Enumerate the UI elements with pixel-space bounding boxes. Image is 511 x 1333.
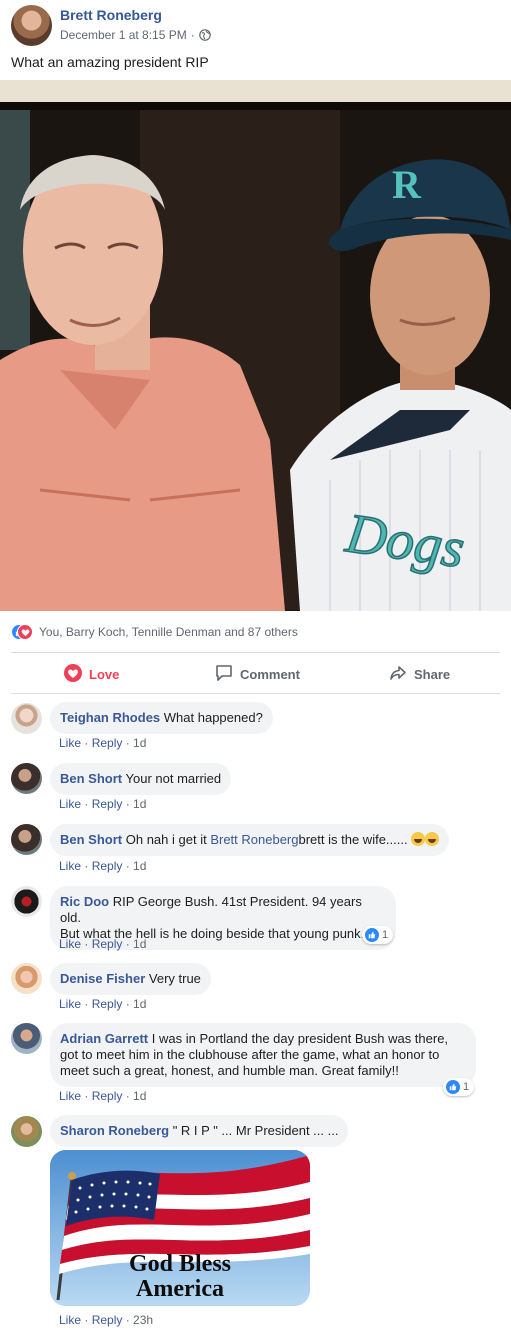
comment-actions: Like · Reply · 1d bbox=[59, 736, 147, 750]
comment-reply-link[interactable]: Reply bbox=[92, 1089, 123, 1103]
share-button[interactable]: Share bbox=[389, 664, 450, 685]
comment-like-link[interactable]: Like bbox=[59, 736, 81, 750]
commenter-name[interactable]: Ric Doo bbox=[60, 894, 109, 909]
comment-bubble: Ben Short Oh nah i get it Brett Roneberg… bbox=[50, 824, 450, 856]
comment-text-line: got to meet him in the clubhouse after t… bbox=[60, 1047, 440, 1062]
comment-label: Comment bbox=[240, 667, 300, 682]
comment-time[interactable]: 1d bbox=[133, 997, 146, 1011]
author-avatar[interactable] bbox=[11, 5, 52, 46]
commenter-avatar[interactable] bbox=[11, 824, 42, 855]
comment-text: What happened? bbox=[163, 710, 263, 725]
love-icon bbox=[17, 624, 33, 640]
comment-text-line: I was in Portland the day president Bush… bbox=[151, 1031, 449, 1046]
comment-like-link[interactable]: Like bbox=[59, 797, 81, 811]
share-icon bbox=[389, 664, 407, 685]
reaction-summary[interactable]: You, Barry Koch, Tennille Denman and 87 … bbox=[11, 620, 298, 644]
svg-text:R: R bbox=[392, 162, 422, 207]
commenter-avatar[interactable] bbox=[11, 1116, 42, 1147]
post-author-name[interactable]: Brett Roneberg bbox=[60, 7, 162, 23]
comment-actions: Like · Reply · 1d bbox=[59, 859, 147, 873]
comment-like-link[interactable]: Like bbox=[59, 859, 81, 873]
reaction-count: 1 bbox=[382, 929, 389, 941]
comment-time[interactable]: 1d bbox=[133, 859, 146, 873]
divider bbox=[11, 693, 500, 694]
comment-bubble: Denise Fisher Very true bbox=[50, 963, 211, 995]
post-header: Brett Roneberg December 1 at 8:15 PM · W… bbox=[0, 0, 511, 80]
post-text: What an amazing president RIP bbox=[11, 54, 209, 70]
commenter-avatar[interactable] bbox=[11, 963, 42, 994]
comment-bubble: Sharon Roneberg " R I P " ... Mr Preside… bbox=[50, 1115, 349, 1147]
comment-reply-link[interactable]: Reply bbox=[92, 797, 123, 811]
like-icon bbox=[446, 1080, 460, 1094]
commenter-name[interactable]: Sharon Roneberg bbox=[60, 1123, 169, 1138]
mention-link[interactable]: Brett Roneberg bbox=[210, 832, 298, 847]
comment-actions: Like · Reply · 23h bbox=[59, 1313, 154, 1327]
comment-text: " R I P " ... Mr President ... ... bbox=[172, 1123, 339, 1138]
comment-reply-link[interactable]: Reply bbox=[92, 736, 123, 750]
comment-actions: Like · Reply · 1d bbox=[59, 997, 147, 1011]
comment-image[interactable]: God Bless America bbox=[50, 1150, 310, 1306]
comment-text-end: brett is the wife...... bbox=[298, 832, 408, 847]
commenter-avatar[interactable] bbox=[11, 1023, 42, 1054]
commenter-avatar[interactable] bbox=[11, 763, 42, 794]
comment-icon bbox=[215, 664, 233, 685]
commenter-avatar[interactable] bbox=[11, 703, 42, 734]
commenter-name[interactable]: Ben Short bbox=[60, 832, 122, 847]
comment-like-link[interactable]: Like bbox=[59, 937, 81, 951]
comment-text: Your not married bbox=[125, 771, 222, 786]
commenter-name[interactable]: Denise Fisher bbox=[60, 971, 145, 986]
comment-like-link[interactable]: Like bbox=[59, 1089, 81, 1103]
comment-reply-link[interactable]: Reply bbox=[92, 997, 123, 1011]
commenter-avatar[interactable] bbox=[11, 886, 42, 917]
comment-reply-link[interactable]: Reply bbox=[92, 1313, 123, 1327]
image-caption-line: America bbox=[136, 1276, 224, 1302]
reaction-count: 1 bbox=[463, 1081, 470, 1093]
post-photo[interactable]: Dogs R bbox=[0, 80, 511, 611]
post-timestamp[interactable]: December 1 at 8:15 PM bbox=[60, 28, 187, 42]
image-caption-line: God Bless bbox=[128, 1251, 232, 1277]
love-button[interactable]: Love bbox=[64, 664, 119, 685]
comment-time[interactable]: 1d bbox=[133, 1089, 146, 1103]
comment-reaction-count[interactable]: 1 bbox=[443, 1078, 475, 1096]
laughing-emoji-icon bbox=[411, 832, 426, 846]
comment-bubble: Adrian Garrett I was in Portland the day… bbox=[50, 1023, 476, 1087]
comment-text-line: meet such a great, honest, and humble ma… bbox=[60, 1063, 399, 1078]
comment-reply-link[interactable]: Reply bbox=[92, 937, 123, 951]
like-icon bbox=[365, 928, 379, 942]
comment-actions: Like · Reply · 1d bbox=[59, 937, 147, 951]
comment-time[interactable]: 1d bbox=[133, 736, 146, 750]
comment-bubble: Teighan Rhodes What happened? bbox=[50, 702, 273, 734]
comment-like-link[interactable]: Like bbox=[59, 997, 81, 1011]
post-actions: Love Comment Share bbox=[0, 653, 511, 693]
reaction-summary-text[interactable]: You, Barry Koch, Tennille Denman and 87 … bbox=[39, 625, 298, 639]
commenter-name[interactable]: Teighan Rhodes bbox=[60, 710, 160, 725]
comment-reply-link[interactable]: Reply bbox=[92, 859, 123, 873]
comment-reaction-count[interactable]: 1 bbox=[362, 926, 394, 944]
comment-button[interactable]: Comment bbox=[215, 664, 511, 685]
globe-icon[interactable] bbox=[198, 29, 211, 41]
comment-actions: Like · Reply · 1d bbox=[59, 797, 147, 811]
commenter-name[interactable]: Ben Short bbox=[60, 771, 122, 786]
love-label: Love bbox=[89, 667, 120, 682]
comment-actions: Like · Reply · 1d bbox=[59, 1089, 147, 1103]
commenter-name[interactable]: Adrian Garrett bbox=[60, 1031, 148, 1046]
comment-time[interactable]: 23h bbox=[133, 1313, 153, 1327]
comment-like-link[interactable]: Like bbox=[59, 1313, 81, 1327]
love-reaction-icon bbox=[64, 664, 82, 685]
share-label: Share bbox=[414, 667, 451, 682]
laughing-emoji-icon bbox=[425, 832, 440, 846]
meta-separator: · bbox=[190, 28, 195, 42]
comment-time[interactable]: 1d bbox=[133, 937, 146, 951]
comment-bubble: Ben Short Your not married bbox=[50, 763, 232, 795]
comment-text-start: Oh nah i get it bbox=[125, 832, 207, 847]
comment-text: Very true bbox=[148, 971, 201, 986]
post-meta: December 1 at 8:15 PM · bbox=[60, 28, 211, 42]
comment-time[interactable]: 1d bbox=[133, 797, 146, 811]
